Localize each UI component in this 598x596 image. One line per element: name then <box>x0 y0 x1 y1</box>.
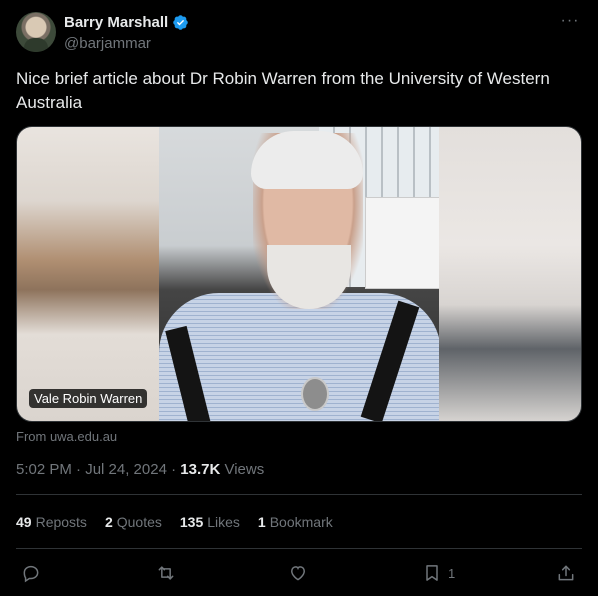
share-icon <box>558 565 574 581</box>
bookmarks-label: Bookmark <box>269 514 333 530</box>
reposts-stat[interactable]: 49 Reposts <box>16 514 87 530</box>
bookmark-count: 1 <box>448 565 456 581</box>
likes-count: 135 <box>179 514 204 530</box>
engagement-stats: 49 Reposts 2 Quotes 135 Likes 1 Bookmark <box>16 514 333 530</box>
repost-button[interactable] <box>156 561 176 585</box>
author-handle[interactable]: @barjammar <box>64 35 151 52</box>
reply-icon <box>23 565 39 583</box>
divider <box>16 548 582 549</box>
divider <box>16 494 582 495</box>
reply-button[interactable] <box>21 561 41 585</box>
tweet-text: Nice brief article about Dr Robin Warren… <box>16 69 550 112</box>
bookmark-button[interactable]: 1 <box>422 561 455 585</box>
repost-icon <box>158 566 174 580</box>
link-card-media[interactable]: Vale Robin Warren <box>16 126 582 422</box>
quotes-label: Quotes <box>116 514 162 530</box>
quotes-stat[interactable]: 2 Quotes <box>105 514 162 530</box>
like-icon <box>290 566 306 581</box>
likes-stat[interactable]: 135 Likes <box>180 514 240 530</box>
bookmarks-stat[interactable]: 1 Bookmark <box>258 514 333 530</box>
action-bar: 1 <box>16 561 582 585</box>
likes-label: Likes <box>207 514 240 530</box>
like-button[interactable] <box>288 561 308 585</box>
views-label: Views <box>220 461 265 478</box>
bookmarks-count: 1 <box>257 514 266 530</box>
more-icon[interactable]: ··· <box>558 12 582 32</box>
media-blur-right <box>439 127 581 421</box>
tweet-timestamp[interactable]: 5:02 PM · Jul 24, 2024 · <box>16 461 180 478</box>
views-count: 13.7K <box>180 461 221 478</box>
author-name[interactable]: Barry Marshall <box>64 14 168 31</box>
reposts-label: Reposts <box>35 514 87 530</box>
media-caption-label: Vale Robin Warren <box>29 389 148 408</box>
media-photo <box>159 127 441 421</box>
bookmark-icon <box>426 565 438 581</box>
author-name-row: Barry Marshall <box>64 14 189 31</box>
avatar[interactable] <box>16 12 56 52</box>
quotes-count: 2 <box>104 514 113 530</box>
media-blur-left <box>17 127 159 421</box>
reposts-count: 49 <box>16 514 32 530</box>
verified-badge-icon <box>173 15 188 30</box>
link-source[interactable]: From uwa.edu.au <box>16 429 117 444</box>
tweet-header: Barry Marshall @barjammar ··· <box>16 12 582 54</box>
tweet-meta: 5:02 PM · Jul 24, 2024 · 13.7K Views <box>16 461 264 478</box>
share-button[interactable] <box>556 561 576 585</box>
